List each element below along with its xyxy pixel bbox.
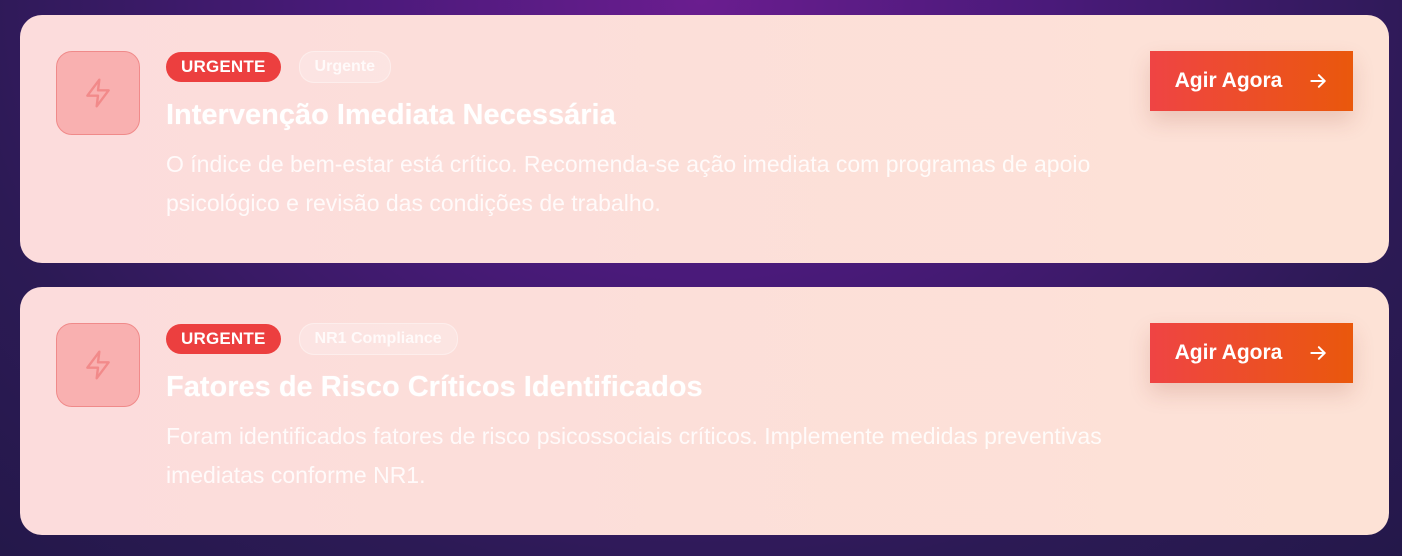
priority-badge: URGENTE — [166, 52, 281, 82]
recommendation-card: URGENTE NR1 Compliance Fatores de Risco … — [20, 287, 1389, 535]
category-badge: NR1 Compliance — [298, 323, 458, 355]
lightning-icon — [56, 323, 140, 407]
recommendation-card: URGENTE Urgente Intervenção Imediata Nec… — [20, 15, 1389, 263]
card-content: URGENTE NR1 Compliance Fatores de Risco … — [166, 323, 1136, 495]
badge-row: URGENTE NR1 Compliance — [166, 323, 1136, 355]
act-now-button[interactable]: Agir Agora — [1150, 51, 1353, 111]
category-badge: Urgente — [298, 51, 391, 83]
lightning-icon — [56, 51, 140, 135]
badge-row: URGENTE Urgente — [166, 51, 1136, 83]
card-title: Fatores de Risco Críticos Identificados — [166, 371, 703, 403]
card-description: Foram identificados fatores de risco psi… — [166, 423, 1102, 488]
card-description: O índice de bem-estar está crítico. Reco… — [166, 151, 1091, 216]
card-title: Intervenção Imediata Necessária — [166, 99, 616, 131]
act-now-label: Agir Agora — [1174, 69, 1283, 92]
arrow-right-icon — [1308, 71, 1328, 91]
act-now-label: Agir Agora — [1174, 341, 1283, 364]
priority-badge: URGENTE — [166, 324, 281, 354]
act-now-button[interactable]: Agir Agora — [1150, 323, 1353, 383]
arrow-right-icon — [1308, 343, 1328, 363]
card-content: URGENTE Urgente Intervenção Imediata Nec… — [166, 51, 1136, 223]
